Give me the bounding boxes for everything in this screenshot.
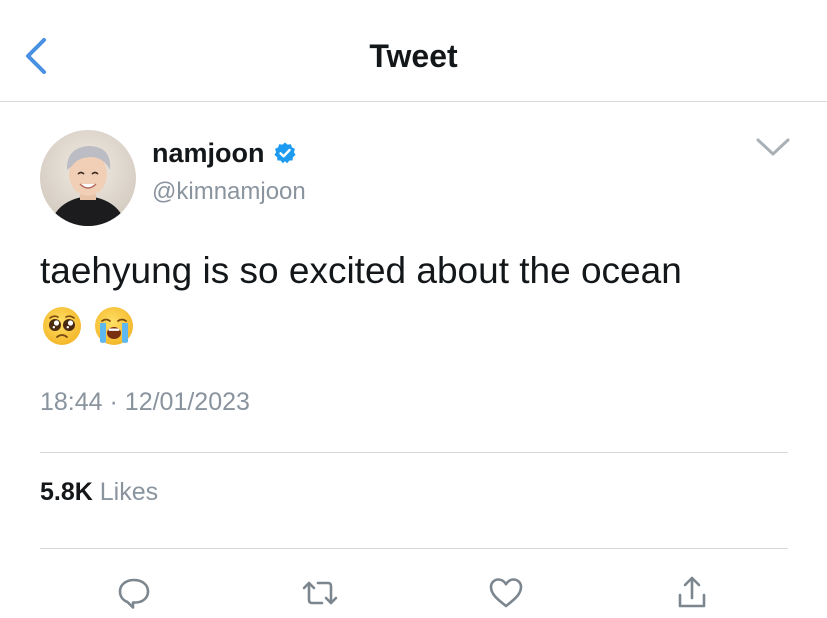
heart-icon: [489, 578, 523, 608]
tweet-text: taehyung is so excited about the ocean: [40, 250, 682, 291]
loudly-crying-face-emoji: [95, 307, 133, 345]
pleading-face-emoji: [43, 307, 81, 345]
like-button[interactable]: [486, 574, 526, 612]
timestamp-separator: ·: [109, 388, 118, 416]
top-bar: Tweet: [0, 0, 827, 102]
display-name[interactable]: namjoon: [152, 138, 265, 169]
share-upload-icon: [678, 576, 706, 608]
share-button[interactable]: [672, 574, 712, 612]
tweet-emojis: [42, 306, 134, 346]
reply-button[interactable]: [114, 574, 154, 612]
retweet-icon: [302, 581, 338, 605]
likes-count: 5.8K: [40, 478, 93, 506]
divider: [40, 548, 788, 549]
user-handle[interactable]: @kimnamjoon: [152, 178, 306, 206]
avatar[interactable]: [40, 130, 136, 226]
retweet-button[interactable]: [300, 574, 340, 612]
tweet-date: 12/01/2023: [124, 388, 250, 416]
tweet-time: 18:44: [40, 388, 103, 416]
page-title: Tweet: [369, 38, 458, 74]
chevron-down-icon: [756, 138, 790, 156]
divider: [40, 452, 788, 453]
more-options-button[interactable]: [754, 132, 792, 162]
verified-badge-icon: [274, 142, 295, 164]
likes-label: Likes: [99, 478, 159, 506]
comment-bubble-icon: [118, 578, 150, 609]
tweet-timestamp: 18:44 · 12/01/2023: [40, 388, 250, 417]
author-name-row[interactable]: namjoon: [152, 136, 297, 170]
likes-stat[interactable]: 5.8K Likes: [40, 478, 158, 507]
